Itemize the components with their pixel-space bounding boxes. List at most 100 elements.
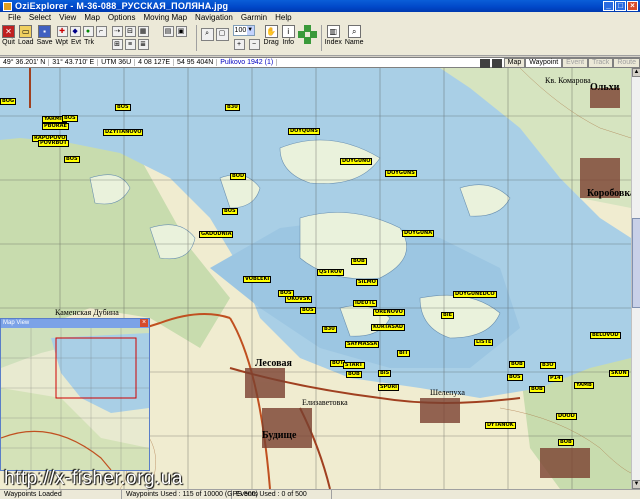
grid-icon[interactable]: ▦ [137,26,149,37]
tab-map[interactable]: Map [503,58,526,68]
map-view-close-button[interactable]: × [140,319,148,327]
waypoint-label[interactable]: DOYGUNS [385,170,417,177]
waypoint-label[interactable]: BOB [509,361,525,368]
waypoint-label[interactable]: B30 [322,326,337,333]
tab-route[interactable]: Route [613,58,640,68]
waypoint-new-icon[interactable]: ✚ [56,26,68,37]
track-icon[interactable]: ⌐ [95,26,107,37]
zoom-in-icon[interactable]: + [233,39,245,50]
waypoint-label[interactable]: B3O [540,362,556,369]
waypoint-label[interactable]: IDEUTL [353,300,378,307]
save-image-icon[interactable] [479,58,490,68]
quit-button[interactable]: ✕ Quit [2,25,15,46]
waypoint-label[interactable]: BOB [346,371,362,378]
zoom-icon[interactable]: ⌕ [200,28,214,41]
waypoint-label[interactable]: BIT [397,350,411,357]
waypoint-label[interactable]: DOYGUNA [402,230,435,237]
waypoint-label[interactable]: SKUN [609,370,629,377]
name-button[interactable]: ⌕ Name [345,25,364,46]
waypoint-label[interactable]: SPURI [378,384,400,391]
waypoint-label[interactable]: START [343,362,365,369]
waypoint-label[interactable]: BOS [300,307,316,314]
menu-moving-map[interactable]: Moving Map [139,13,191,22]
scroll-thumb[interactable] [632,218,640,308]
waypoint-label[interactable]: OKOVSK [285,296,313,303]
menu-help[interactable]: Help [271,13,295,22]
waypoint-label[interactable]: P14 [548,375,563,382]
waypoint-label[interactable]: BELOVOD [590,332,621,339]
waypoint-label[interactable]: BOS [64,156,80,163]
waypoint-label[interactable]: SAYMASSA [345,341,380,348]
map-view-title-bar[interactable]: Map View × [1,319,149,328]
waypoint-label[interactable]: KORTASAD [371,324,406,331]
zoom-out-icon[interactable]: ▢ [215,28,229,41]
waypoint-move-icon[interactable]: ◆ [69,26,81,37]
map-icon[interactable]: ▤ [162,26,174,37]
waypoint-label[interactable]: POVRBOT [38,140,69,147]
print-icon[interactable] [491,58,502,68]
info-button[interactable]: i Info [281,25,295,46]
waypoint-label[interactable]: BOS [62,115,78,122]
mapview-icon[interactable]: ▣ [175,26,187,37]
waypoint-label[interactable]: QSTROV [317,269,345,276]
waypoint-label[interactable]: DYTANOK [485,422,516,429]
waypoint-label[interactable]: BIS [378,370,392,377]
waypoint-label[interactable]: SILMO [356,279,378,286]
scroll-up-icon[interactable]: ▲ [632,68,640,77]
map-view-window[interactable]: Map View × [0,318,150,471]
waypoint-label[interactable]: DOOD [556,413,577,420]
waypoint-label[interactable]: DZYITANOVO [103,129,144,136]
waypoint-label[interactable]: BOS [278,290,294,297]
waypoint-label[interactable]: ORENOVO [373,309,405,316]
close-button[interactable]: × [627,1,638,11]
menu-map[interactable]: Map [80,13,104,22]
scroll-down-icon[interactable]: ▼ [632,480,640,489]
zoom-minus-icon[interactable]: − [248,39,260,50]
waypoint-label[interactable]: B30 [225,104,240,111]
plot-icon[interactable]: ⊞ [111,39,123,50]
tab-track[interactable]: Track [588,58,614,68]
maximize-button[interactable]: □ [615,1,626,11]
menu-navigation[interactable]: Navigation [191,13,237,22]
menu-options[interactable]: Options [104,13,140,22]
waypoint-label[interactable]: LISTE [474,339,494,346]
wpt-list-icon[interactable]: ≡ [124,39,136,50]
waypoint-label[interactable]: DOYQUNS [288,128,320,135]
minimize-button[interactable]: _ [603,1,614,11]
waypoint-label[interactable]: DOYGUNEDCO [453,291,497,298]
waypoint-label[interactable]: BOS [507,374,523,381]
waypoint-label[interactable]: GADODNIA [199,231,234,238]
waypoint-label[interactable]: BOG [0,98,17,105]
waypoint-label[interactable]: PBORAE [42,123,69,130]
drag-button[interactable]: ✋ Drag [264,25,279,46]
route-icon[interactable]: ⇢ [111,26,123,37]
waypoint-label[interactable]: YAMB [574,382,594,389]
menu-select[interactable]: Select [25,13,55,22]
waypoint-label[interactable]: BOB [529,386,545,393]
pan-down-icon[interactable] [303,37,311,44]
pan-right-icon[interactable] [309,31,317,38]
waypoint-label[interactable]: BOB [558,439,574,446]
tab-event[interactable]: Event [562,58,589,68]
zoom-select[interactable]: 100 ▼ [232,25,255,36]
event-icon[interactable]: ● [82,26,94,37]
pan-pad[interactable] [297,25,318,45]
waypoint-label[interactable]: BOD [230,173,247,180]
index-button[interactable]: ▥ Index [325,25,342,46]
waypoint-label[interactable]: BOS [222,208,238,215]
waypoint-label[interactable]: BOS [115,104,131,111]
trk-list-icon[interactable]: ≣ [137,39,149,50]
load-button[interactable]: ▭ Load [18,25,34,46]
save-button[interactable]: ▪ Save [37,25,53,46]
menu-garmin[interactable]: Garmin [237,13,271,22]
tab-waypoint[interactable]: Waypoint [525,58,563,68]
ruler-icon[interactable]: ⊟ [124,26,136,37]
overview-map[interactable] [1,328,149,470]
waypoint-label[interactable]: BOB [351,258,367,265]
menu-view[interactable]: View [55,13,80,22]
waypoint-label[interactable]: VOBLEKI [243,276,272,283]
waypoint-label[interactable]: BIE [441,312,455,319]
waypoint-label[interactable]: DOYGUNO [340,158,373,165]
menu-file[interactable]: File [4,13,25,22]
vertical-scrollbar[interactable]: ▲ ▼ [631,68,640,489]
